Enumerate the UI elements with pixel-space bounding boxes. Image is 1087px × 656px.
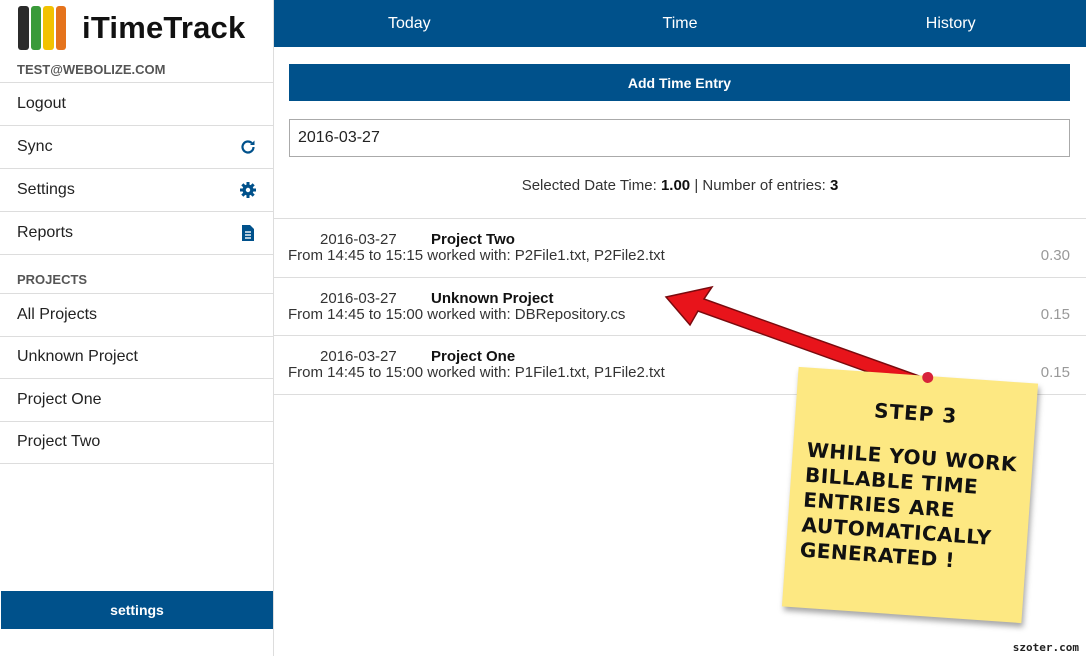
settings-button[interactable]: settings (1, 591, 273, 629)
app-logo (18, 6, 66, 50)
gear-icon (239, 181, 257, 199)
entry-description: From 14:45 to 15:00 worked with: DBRepos… (288, 305, 626, 323)
menu-item-label: Sync (17, 138, 53, 155)
entry-hours: 0.30 (1040, 247, 1070, 264)
project-item-all[interactable]: All Projects (0, 294, 273, 337)
top-nav: Today Time History (274, 0, 1086, 47)
sticky-note-body: WHILE YOU WORK BILLABLE TIME ENTRIES ARE… (799, 437, 1018, 573)
project-item-one[interactable]: Project One (0, 379, 273, 422)
sticky-note-annotation: STEP 3 WHILE YOU WORK BILLABLE TIME ENTR… (781, 366, 1039, 624)
menu-item-label: Logout (17, 95, 66, 112)
project-item-two[interactable]: Project Two (0, 422, 273, 464)
entry-description: From 14:45 to 15:15 worked with: P2File1… (288, 247, 665, 264)
tab-today[interactable]: Today (274, 0, 545, 47)
menu-item-logout[interactable]: Logout (0, 83, 273, 126)
entry-date: 2016-03-27 (320, 348, 397, 365)
selected-date-time-label: Selected Date Time: (521, 177, 657, 194)
entries-count-value: 3 (829, 177, 839, 194)
pin-icon (921, 371, 934, 384)
time-entry-row[interactable]: 2016-03-27 Project Two From 14:45 to 15:… (274, 219, 1086, 278)
selected-date-time-value: 1.00 (660, 177, 691, 194)
entry-date: 2016-03-27 (320, 289, 397, 307)
user-email: TEST@WEBOLIZE.COM (0, 56, 273, 83)
brand: iTimeTrack (0, 0, 273, 56)
sidebar: iTimeTrack TEST@WEBOLIZE.COM Logout Sync… (0, 0, 274, 656)
tab-time[interactable]: Time (545, 0, 816, 47)
menu-item-settings[interactable]: Settings (0, 169, 273, 212)
menu-item-sync[interactable]: Sync (0, 126, 273, 169)
entry-hours: 0.15 (1040, 364, 1070, 381)
projects-heading: PROJECTS (0, 255, 273, 294)
entry-project: Unknown Project (431, 289, 554, 307)
entry-project: Project One (431, 348, 516, 365)
entry-description: From 14:45 to 15:00 worked with: P1File1… (288, 364, 665, 381)
menu-item-label: Settings (17, 181, 75, 198)
entries-count-label: | Number of entries: (694, 177, 826, 194)
watermark: szoter.com (1012, 641, 1079, 654)
day-summary: Selected Date Time: 1.00 | Number of ent… (274, 177, 1086, 194)
menu-item-label: Reports (17, 224, 74, 241)
menu-item-reports[interactable]: Reports (0, 212, 273, 255)
date-field[interactable] (289, 119, 1070, 157)
refresh-icon (239, 138, 257, 156)
entry-date: 2016-03-27 (320, 231, 397, 248)
add-time-entry-button[interactable]: Add Time Entry (289, 64, 1070, 101)
app-name: iTimeTrack (82, 10, 246, 45)
entry-project: Project Two (431, 231, 515, 248)
tab-history[interactable]: History (815, 0, 1086, 47)
document-icon (239, 224, 257, 242)
sticky-note-title: STEP 3 (873, 398, 959, 429)
project-item-unknown[interactable]: Unknown Project (0, 337, 273, 379)
entry-hours: 0.15 (1040, 305, 1070, 323)
